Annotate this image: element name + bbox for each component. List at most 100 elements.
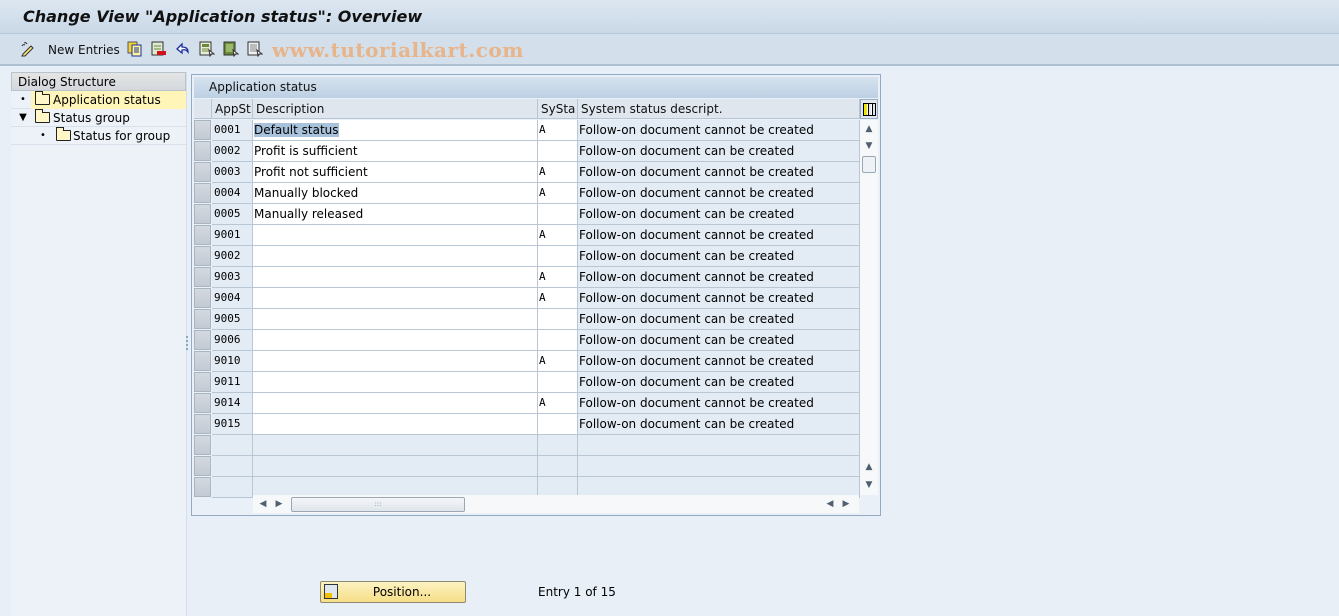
cell-appst: 9014 <box>212 393 253 414</box>
tree-item-application-status[interactable]: • Application status <box>11 91 186 109</box>
cell-appst: 0004 <box>212 183 253 204</box>
row-select-button[interactable] <box>194 204 211 224</box>
row-select-button[interactable] <box>194 456 211 476</box>
scroll-left-end-icon[interactable]: ◀ <box>823 496 837 512</box>
row-select-button[interactable] <box>194 330 211 350</box>
horizontal-scroll-thumb[interactable]: ::: <box>291 497 465 512</box>
cell-description[interactable]: Manually released <box>253 204 538 225</box>
cell-description[interactable] <box>253 330 538 351</box>
cell-system-status-descript: Follow-on document cannot be created <box>578 162 860 183</box>
cell-description[interactable] <box>253 456 538 477</box>
cell-description[interactable] <box>253 246 538 267</box>
horizontal-scrollbar[interactable]: ◀ ▶ ::: ◀ ▶ <box>253 495 859 513</box>
cell-description[interactable] <box>253 351 538 372</box>
column-header-systa[interactable]: SySta <box>538 99 578 119</box>
description-text: Manually released <box>254 207 364 221</box>
row-select-button[interactable] <box>194 309 211 329</box>
cell-systa <box>538 141 578 162</box>
row-select-button[interactable] <box>194 225 211 245</box>
cell-systa <box>538 309 578 330</box>
description-text: Profit not sufficient <box>254 165 368 179</box>
row-select-button[interactable] <box>194 120 211 140</box>
vertical-scroll-thumb[interactable] <box>862 156 876 173</box>
scroll-down-icon[interactable]: ▼ <box>861 138 877 154</box>
cell-system-status-descript: Follow-on document can be created <box>578 414 860 435</box>
cell-appst: 9001 <box>212 225 253 246</box>
cell-description[interactable] <box>253 225 538 246</box>
cell-description[interactable] <box>253 267 538 288</box>
row-select-button[interactable] <box>194 393 211 413</box>
cell-system-status-descript <box>578 435 860 456</box>
tree-item-label: Status for group <box>73 129 171 143</box>
tree-item-label: Status group <box>53 111 130 125</box>
column-header-system-status-descript[interactable]: System status descript. <box>578 99 860 119</box>
scroll-right-end-icon[interactable]: ▶ <box>839 496 853 512</box>
row-select-button[interactable] <box>194 288 211 308</box>
panel-splitter-handle[interactable] <box>186 336 189 354</box>
row-select-button[interactable] <box>194 183 211 203</box>
cell-description[interactable] <box>253 414 538 435</box>
select-all-icon[interactable] <box>199 41 215 57</box>
delete-icon[interactable] <box>151 41 167 57</box>
cell-system-status-descript <box>578 456 860 477</box>
row-select-button[interactable] <box>194 372 211 392</box>
cell-system-status-descript: Follow-on document cannot be created <box>578 225 860 246</box>
cell-description[interactable] <box>253 372 538 393</box>
application-toolbar: New Entries www.tutorialkart.com <box>0 34 1339 66</box>
cell-description[interactable]: Manually blocked <box>253 183 538 204</box>
cell-systa: A <box>538 351 578 372</box>
table-settings-icon <box>863 103 876 116</box>
cell-system-status-descript: Follow-on document can be created <box>578 141 860 162</box>
cell-appst: 9011 <box>212 372 253 393</box>
select-block-icon[interactable] <box>223 41 239 57</box>
cell-system-status-descript: Follow-on document cannot be created <box>578 267 860 288</box>
application-status-table: Application status AppSt Description SyS… <box>191 74 881 516</box>
row-select-button[interactable] <box>194 477 211 497</box>
cell-description[interactable]: Profit is sufficient <box>253 141 538 162</box>
page-title: Change View "Application status": Overvi… <box>23 7 423 26</box>
cell-description[interactable] <box>253 435 538 456</box>
position-button[interactable]: Position... <box>320 581 466 603</box>
title-bar: Change View "Application status": Overvi… <box>0 0 1339 34</box>
vertical-scrollbar[interactable]: ▲ ▼ ▲ ▼ <box>860 120 878 495</box>
row-select-button[interactable] <box>194 267 211 287</box>
edit-pencil-icon[interactable] <box>20 41 36 57</box>
cell-systa: A <box>538 162 578 183</box>
row-select-button[interactable] <box>194 162 211 182</box>
row-select-button[interactable] <box>194 435 211 455</box>
cell-systa: A <box>538 393 578 414</box>
cell-system-status-descript: Follow-on document can be created <box>578 246 860 267</box>
cell-appst: 9010 <box>212 351 253 372</box>
column-header-description[interactable]: Description <box>253 99 538 119</box>
row-select-button[interactable] <box>194 141 211 161</box>
scroll-page-down-icon[interactable]: ▼ <box>861 477 877 493</box>
cell-description[interactable] <box>253 288 538 309</box>
cell-system-status-descript: Follow-on document cannot be created <box>578 183 860 204</box>
cell-description[interactable]: Default status <box>253 120 538 141</box>
row-select-button[interactable] <box>194 351 211 371</box>
copy-icon[interactable] <box>127 41 143 57</box>
deselect-all-icon[interactable] <box>247 41 263 57</box>
cell-description[interactable] <box>253 309 538 330</box>
undo-icon[interactable] <box>175 41 191 57</box>
column-settings-button[interactable] <box>860 99 878 119</box>
cell-systa <box>538 330 578 351</box>
tree-item-status-group[interactable]: ▼ Status group <box>11 109 186 127</box>
scroll-right-icon[interactable]: ▶ <box>272 496 286 512</box>
new-entries-button[interactable]: New Entries <box>48 43 120 57</box>
cell-appst: 9005 <box>212 309 253 330</box>
select-all-header[interactable] <box>194 99 212 119</box>
scroll-left-icon[interactable]: ◀ <box>256 496 270 512</box>
scroll-page-up-icon[interactable]: ▲ <box>861 459 877 475</box>
cell-system-status-descript: Follow-on document cannot be created <box>578 351 860 372</box>
cell-description[interactable] <box>253 393 538 414</box>
tree-item-status-for-group[interactable]: • Status for group <box>11 127 186 145</box>
scroll-up-icon[interactable]: ▲ <box>861 121 877 137</box>
row-select-button[interactable] <box>194 246 211 266</box>
row-select-button[interactable] <box>194 414 211 434</box>
cell-systa <box>538 204 578 225</box>
expand-triangle-icon[interactable]: ▼ <box>18 109 28 127</box>
cell-appst: 9006 <box>212 330 253 351</box>
cell-description[interactable]: Profit not sufficient <box>253 162 538 183</box>
column-header-appst[interactable]: AppSt <box>212 99 253 119</box>
